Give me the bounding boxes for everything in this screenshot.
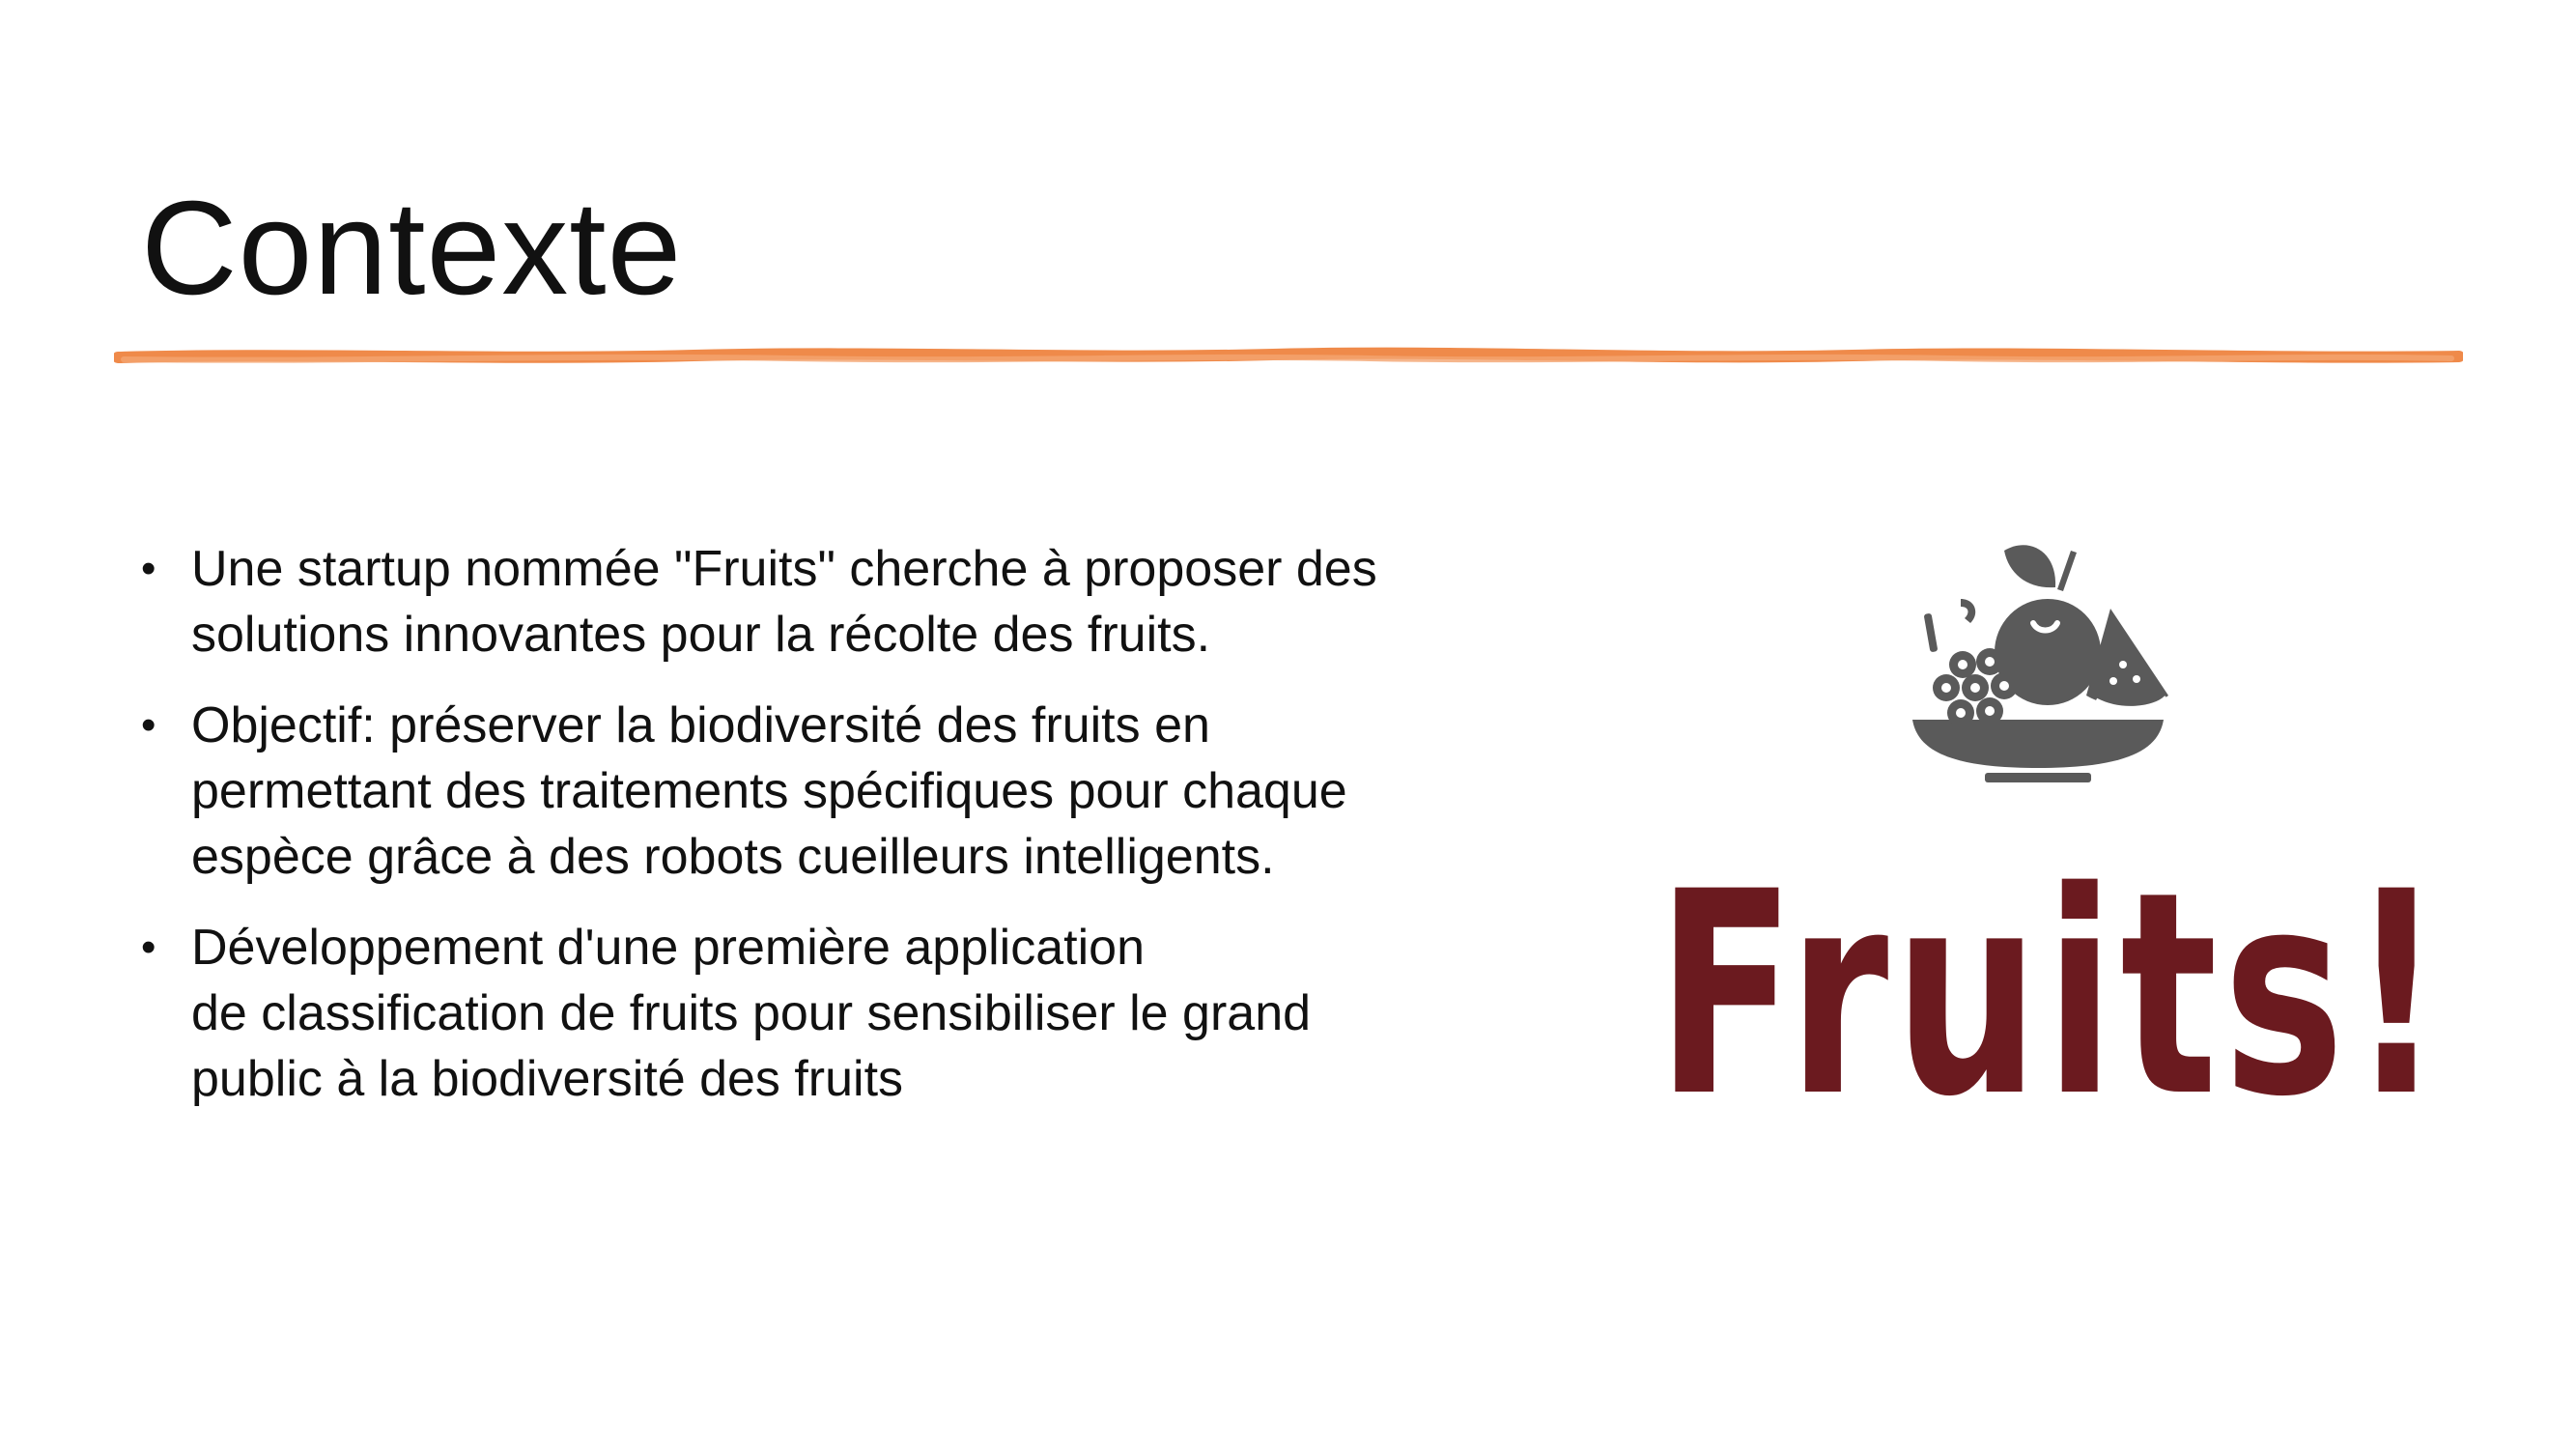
- slide-title: Contexte: [141, 174, 683, 323]
- wordmark-text: Fruits!: [1656, 874, 2449, 1125]
- bullet-dot: •: [141, 923, 156, 971]
- title-underline: [114, 347, 2463, 363]
- fruit-bowl-icon: [1912, 545, 2168, 782]
- fruits-wordmark-logo: Fruits!: [1656, 874, 2449, 1125]
- bullet-list: • Une startup nommée "Fruits" cherche à …: [135, 536, 1565, 1137]
- bullet-item: • Développement d'une première applicati…: [135, 915, 1565, 1112]
- bullet-item: • Une startup nommée "Fruits" cherche à …: [135, 536, 1565, 668]
- bullet-text-line: public à la biodiversité des fruits: [191, 1051, 904, 1107]
- bullet-dot: •: [141, 701, 156, 749]
- bullet-text-line: permettant des traitements spécifiques p…: [191, 763, 1347, 819]
- bullet-text-line: espèce grâce à des robots cueilleurs int…: [191, 829, 1275, 885]
- bullet-text-line: de classification de fruits pour sensibi…: [191, 985, 1312, 1041]
- bullet-dot: •: [141, 545, 156, 592]
- bullet-text-line: Objectif: préserver la biodiversité des …: [191, 697, 1210, 753]
- bullet-text-line: Développement d'une première application: [191, 920, 1145, 976]
- bullet-text-line: Une startup nommée "Fruits" cherche à pr…: [191, 541, 1377, 597]
- bullet-item: • Objectif: préserver la biodiversité de…: [135, 693, 1565, 890]
- bullet-text-line: solutions innovantes pour la récolte des…: [191, 607, 1211, 663]
